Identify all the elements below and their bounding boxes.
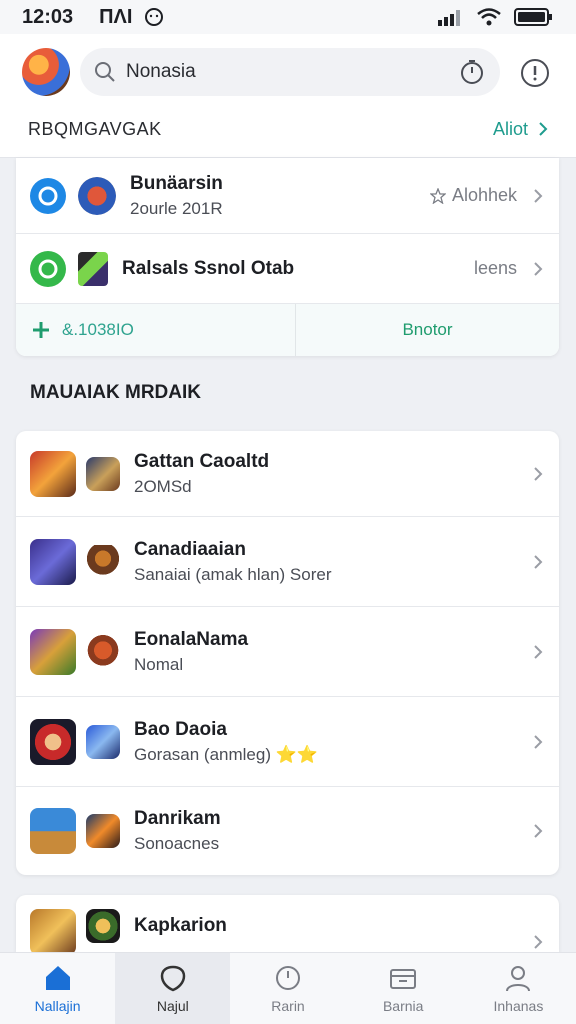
chevron-right-icon xyxy=(534,261,543,276)
avatar[interactable] xyxy=(22,48,70,96)
list-item[interactable]: Kapkarion xyxy=(16,895,559,952)
game-icon xyxy=(86,724,120,759)
add-button-label: &.1038IO xyxy=(62,320,134,339)
list-item[interactable]: Bao Daoia Gorasan (anmleg) ⭐⭐ xyxy=(16,697,559,787)
game-icon xyxy=(86,634,120,669)
header-action-label: Aliot xyxy=(492,118,528,139)
chevron-right-icon xyxy=(534,824,543,838)
chevron-right-icon xyxy=(539,122,548,136)
item-trailing-text: leens xyxy=(473,258,517,278)
item-subtitle: Sanaiai (amak hlan) Sorer xyxy=(134,564,332,584)
nav-label: Najul xyxy=(156,997,189,1014)
signal-icon xyxy=(438,10,460,26)
inbox-icon xyxy=(390,968,417,989)
nav-label: Inhanas xyxy=(493,997,544,1014)
chevron-right-icon xyxy=(534,466,543,481)
item-title: Kapkarion xyxy=(134,915,227,936)
header: Nonasia RBQMGAVGAK Aliot xyxy=(0,34,576,158)
item-subtitle: Gorasan (anmleg) ⭐⭐ xyxy=(134,744,319,764)
item-trailing: leens xyxy=(474,258,517,279)
section-title: MAUAIAK MRDAIK xyxy=(30,382,201,403)
nav-label: Barnia xyxy=(382,997,424,1014)
chevron-right-icon xyxy=(534,644,543,659)
clock-icon xyxy=(276,965,300,990)
games-list: Gattan Caoaltd 2OMSd Canadiaaian Sanaiai… xyxy=(16,431,559,875)
game-icon xyxy=(30,718,76,765)
game-icon xyxy=(78,176,116,215)
nav-tab-profile[interactable]: Inhanas xyxy=(461,953,576,1024)
game-icon xyxy=(30,909,76,952)
game-icon xyxy=(78,251,108,286)
game-icon xyxy=(86,909,120,943)
item-subtitle: 2OMSd xyxy=(134,476,192,496)
nav-tab-home[interactable]: Nallajin xyxy=(0,953,115,1024)
game-icon xyxy=(30,450,76,497)
list-item[interactable]: Ralsals Ssnol Otab leens xyxy=(16,234,559,304)
item-title: Canadiaaian xyxy=(134,538,246,560)
search-bar[interactable]: Nonasia xyxy=(80,48,500,96)
header-row: RBQMGAVGAK Aliot xyxy=(0,114,576,144)
game-icon xyxy=(30,808,76,854)
chevron-right-icon xyxy=(534,734,543,749)
item-title: Danrikam xyxy=(134,808,221,829)
header-action-link[interactable]: Aliot xyxy=(493,119,548,140)
nav-tab-clock[interactable]: Rarin xyxy=(230,953,345,1024)
item-title: Bao Daoia xyxy=(134,718,227,740)
top-card: Bunäarsin 2ourle 201R Alohhek Ralsals Ss… xyxy=(16,158,559,356)
footer-action-button[interactable]: Bnotor xyxy=(296,304,559,356)
list-item[interactable]: Danrikam Sonoacnes xyxy=(16,787,559,875)
chevron-right-icon xyxy=(534,554,543,569)
home-icon xyxy=(45,965,70,990)
game-icon xyxy=(30,538,76,585)
chevron-right-icon xyxy=(534,188,543,203)
card-footer: &.1038IO Bnotor xyxy=(16,304,559,356)
item-title: EonalaNama xyxy=(134,628,249,650)
footer-action-label: Bnotor xyxy=(402,320,453,339)
item-subtitle: Sonoacnes xyxy=(134,834,220,853)
battery-icon xyxy=(514,8,552,26)
search-input[interactable]: Nonasia xyxy=(126,61,458,83)
partial-card: Kapkarion xyxy=(16,895,559,952)
item-trailing: Alohhek xyxy=(429,185,517,206)
item-title: Gattan Caoaltd xyxy=(134,450,270,472)
chevron-right-icon xyxy=(534,935,543,949)
notification-icon xyxy=(145,8,164,26)
app-badge-icon xyxy=(30,250,66,287)
info-icon[interactable] xyxy=(518,56,552,90)
item-title: Bunäarsin xyxy=(130,172,223,194)
game-icon xyxy=(86,814,120,848)
page-title: RBQMGAVGAK xyxy=(28,118,162,139)
item-subtitle: Nomal xyxy=(134,654,184,674)
timer-icon[interactable] xyxy=(458,58,486,86)
item-title: Ralsals Ssnol Otab xyxy=(122,257,295,279)
nav-label: Rarin xyxy=(271,997,305,1014)
plus-icon xyxy=(33,322,49,338)
wifi-icon xyxy=(477,8,501,26)
list-item[interactable]: Gattan Caoaltd 2OMSd xyxy=(16,431,559,517)
star-outline-icon xyxy=(429,187,446,204)
item-subtitle: 2ourle 201R xyxy=(130,198,223,218)
user-icon xyxy=(506,965,531,991)
status-bar: 12:03 ПΛΙ xyxy=(0,0,576,34)
bottom-nav: Nallajin Najul Rarin Barnia Inhanas xyxy=(0,952,576,1024)
app-badge-icon xyxy=(30,177,66,214)
status-time: 12:03 xyxy=(22,5,74,28)
list-item[interactable]: EonalaNama Nomal xyxy=(16,607,559,697)
game-icon xyxy=(30,628,76,675)
nav-label: Nallajin xyxy=(34,997,81,1014)
game-icon xyxy=(86,456,120,491)
search-icon xyxy=(95,62,115,82)
list-item[interactable]: Canadiaaian Sanaiai (amak hlan) Sorer xyxy=(16,517,559,607)
game-icon xyxy=(86,544,120,579)
list-item[interactable]: Bunäarsin 2ourle 201R Alohhek xyxy=(16,158,559,234)
nav-tab-shield[interactable]: Najul xyxy=(115,953,231,1024)
add-button[interactable]: &.1038IO xyxy=(16,304,296,356)
nav-tab-inbox[interactable]: Barnia xyxy=(346,953,461,1024)
status-carrier: ПΛΙ xyxy=(99,5,133,28)
shield-icon xyxy=(160,965,186,991)
item-trailing-text: Alohhek xyxy=(451,185,517,205)
